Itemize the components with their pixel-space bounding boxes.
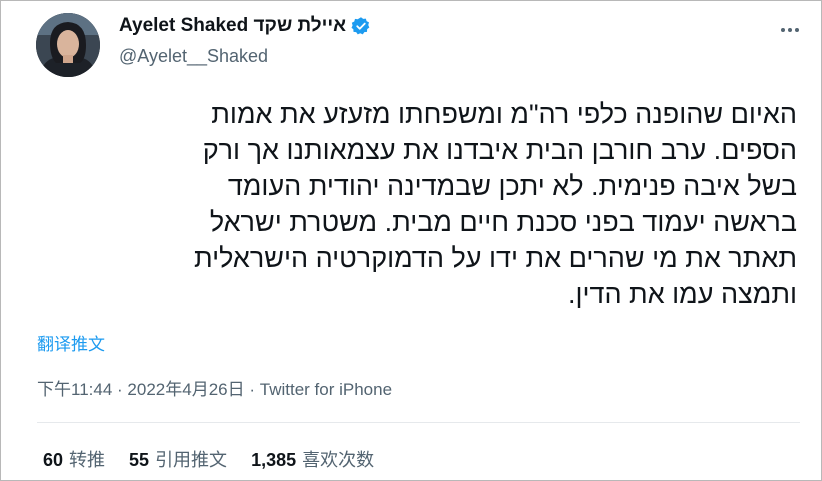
quote-tweets-label: 引用推文 <box>155 450 228 470</box>
likes-stat[interactable]: 1,385 喜欢次数 <box>251 446 374 472</box>
tweet-text-line: האיום שהופנה כלפי רה"מ ומשפחתו מזעזע את … <box>211 99 797 129</box>
quote-tweets-count: 55 <box>129 450 150 470</box>
likes-label: 喜欢次数 <box>302 450 375 470</box>
meta-separator: · <box>249 380 256 399</box>
more-options-icon[interactable] <box>777 17 803 43</box>
tweet-time[interactable]: 下午11:44 <box>37 380 112 399</box>
retweets-count: 60 <box>43 450 64 470</box>
tweet-text-line: בראשה יעמוד בפני סכנת חיים מבית. משטרת י… <box>209 207 797 237</box>
author-avatar[interactable] <box>36 13 100 77</box>
translate-tweet-link[interactable]: 翻译推文 <box>37 330 105 355</box>
likes-count: 1,385 <box>251 450 297 470</box>
tweet-text-line: ותמצה עמו את הדין. <box>567 279 797 309</box>
tweet-metadata: 下午11:44 · 2022年4月26日 · Twitter for iPhon… <box>37 375 392 400</box>
author-handle[interactable]: @Ayelet__Shaked <box>119 46 268 67</box>
divider <box>37 422 800 423</box>
retweets-label: 转推 <box>69 450 106 470</box>
tweet-date[interactable]: 2022年4月26日 <box>127 380 244 399</box>
author-name-row[interactable]: Ayelet Shaked איילת שקד <box>119 15 371 37</box>
tweet-text: האיום שהופנה כלפי רה"מ ומשפחתו מזעזע את … <box>37 96 797 312</box>
meta-separator: · <box>117 380 123 399</box>
tweet-card: Ayelet Shaked איילת שקד @Ayelet__Shaked … <box>0 0 822 481</box>
tweet-text-line: תאתר את מי שהרים את ידו על הדמוקרטיה היש… <box>193 243 797 273</box>
retweets-stat[interactable]: 60 转推 <box>43 446 105 472</box>
avatar-image <box>36 13 100 77</box>
tweet-text-line: בשל איבה פנימית. לא יתכן שבמדינה יהודית … <box>227 171 797 201</box>
verified-badge-icon <box>351 16 371 36</box>
tweet-stats: 60 转推 55 引用推文 1,385 喜欢次数 <box>43 446 374 472</box>
author-display-name[interactable]: Ayelet Shaked איילת שקד <box>119 15 346 37</box>
quote-tweets-stat[interactable]: 55 引用推文 <box>129 446 227 472</box>
tweet-text-line: הספים. ערב חורבן הבית איבדנו את עצמאותנו… <box>202 135 797 165</box>
tweet-source[interactable]: Twitter for iPhone <box>260 380 392 399</box>
